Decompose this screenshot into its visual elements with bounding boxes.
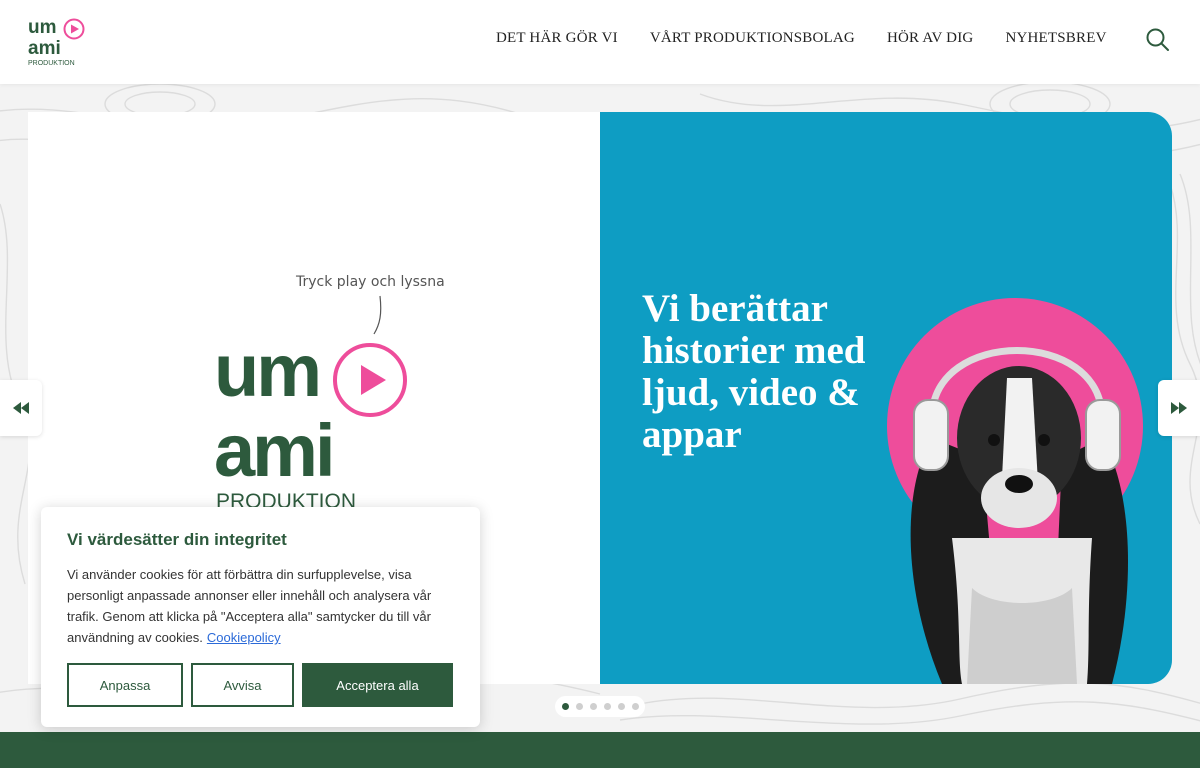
slider-dot-6[interactable] (631, 703, 639, 710)
reject-button[interactable]: Avvisa (191, 663, 294, 707)
nav-item-det-har-gor-vi[interactable]: DET HÄR GÖR VI (496, 30, 618, 47)
slider-dot-3[interactable] (589, 703, 597, 710)
play-logo[interactable]: Tryck play och lyssna um ami PRODUKTION (214, 264, 445, 514)
big-logo-top-text: um (214, 329, 319, 412)
slider-dot-1[interactable] (561, 703, 569, 710)
cookie-buttons: Anpassa Avvisa Acceptera alla (67, 663, 453, 707)
big-logo-mid-text: ami (214, 409, 333, 492)
hero-tagline: Vi berättar historier med ljud, video & … (642, 287, 866, 456)
nav-item-vart-produktionsbolag[interactable]: VÅRT PRODUKTIONSBOLAG (650, 30, 855, 47)
customize-button[interactable]: Anpassa (67, 663, 183, 707)
double-arrow-right-icon (1171, 402, 1187, 414)
logo-top-text: um (28, 17, 57, 38)
play-annotation: Tryck play och lyssna (295, 274, 444, 290)
footer-band (0, 732, 1200, 768)
cookie-title: Vi värdesätter din integritet (67, 530, 287, 549)
cookie-body: Vi använder cookies för att förbättra di… (67, 564, 454, 648)
slide-right-panel: Vi berättar historier med ljud, video & … (600, 112, 1172, 684)
site-header: um ami PRODUKTION DET HÄR GÖR VI VÅRT PR… (0, 0, 1200, 84)
cookie-consent-dialog: Vi värdesätter din integritet Vi använde… (41, 507, 480, 727)
accept-all-button[interactable]: Acceptera alla (302, 663, 453, 707)
logo-sub-text: PRODUKTION (28, 60, 75, 67)
brand-logo[interactable]: um ami PRODUKTION (28, 16, 86, 68)
nav-item-hor-av-dig[interactable]: HÖR AV DIG (887, 30, 973, 47)
nav-item-nyhetsbrev[interactable]: NYHETSBREV (1005, 30, 1106, 47)
main-nav: DET HÄR GÖR VI VÅRT PRODUKTIONSBOLAG HÖR… (496, 30, 1139, 47)
dog-with-headphones-image (862, 288, 1172, 684)
search-icon[interactable] (1145, 27, 1171, 53)
slider-dot-2[interactable] (575, 703, 583, 710)
slider-pagination (555, 696, 645, 717)
slider-prev-button[interactable] (0, 380, 42, 436)
slider-dot-5[interactable] (617, 703, 625, 710)
logo-mid-text: ami (28, 38, 61, 59)
slider-dot-4[interactable] (603, 703, 611, 710)
cookie-policy-link[interactable]: Cookiepolicy (207, 630, 281, 645)
slider-next-button[interactable] (1158, 380, 1200, 436)
double-arrow-left-icon (13, 402, 29, 414)
